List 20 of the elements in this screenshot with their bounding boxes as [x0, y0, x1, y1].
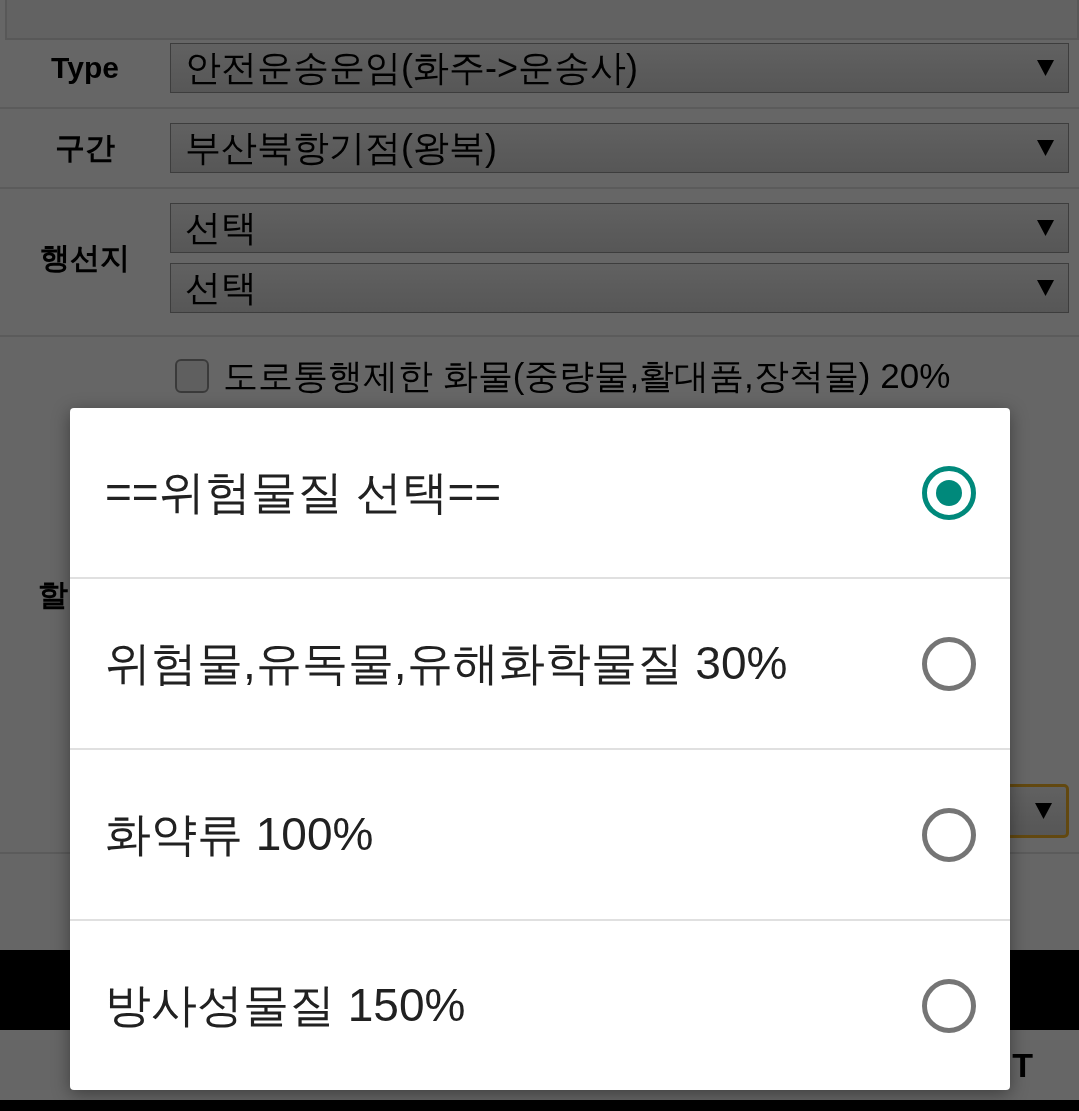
radio-icon[interactable]: [922, 978, 976, 1033]
field-label: 행선지: [40, 240, 130, 276]
dropdown-arrow-icon: [1037, 220, 1054, 236]
checkbox[interactable]: [175, 359, 209, 394]
dropdown-arrow-icon: [1035, 803, 1052, 819]
radio-icon[interactable]: [922, 807, 976, 862]
radio-icon[interactable]: [922, 636, 976, 691]
option-item[interactable]: ==위험물질 선택==: [70, 408, 1010, 577]
field-label: 구간: [55, 130, 115, 166]
option-item[interactable]: 화약류 100%: [70, 748, 1010, 919]
checkbox-label: 도로통행제한 화물(중량물,활대품,장척물) 20%: [223, 357, 951, 396]
radio-icon[interactable]: [922, 465, 976, 520]
dropdown-arrow-icon: [1037, 280, 1054, 296]
dropdown-arrow-icon: [1037, 140, 1054, 156]
field-label: Type: [51, 50, 119, 86]
option-item[interactable]: 위험물,유독물,유해화학물질 30%: [70, 577, 1010, 748]
field-label: 할: [38, 576, 68, 613]
dropdown-arrow-icon: [1037, 60, 1054, 76]
button-label: T: [1012, 1048, 1033, 1082]
option-item[interactable]: 방사성물질 150%: [70, 919, 1010, 1090]
